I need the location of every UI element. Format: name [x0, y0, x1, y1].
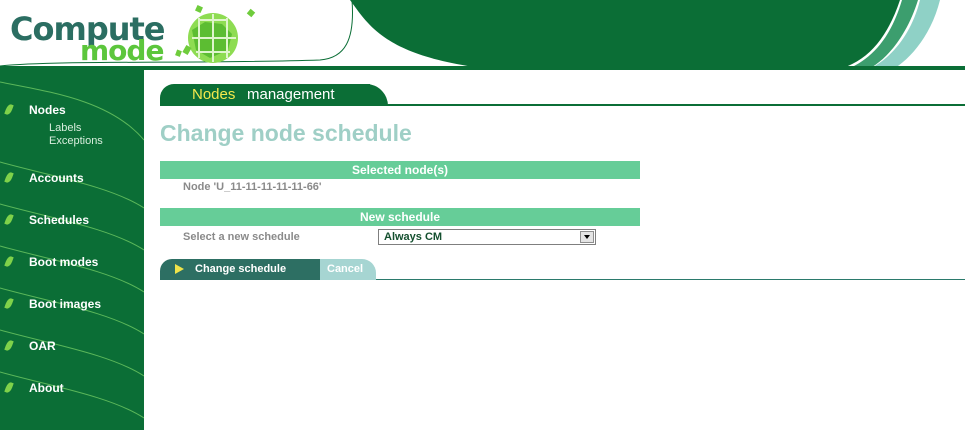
sidebar-item-boot-modes[interactable]: Boot modes: [0, 252, 144, 274]
leaf-icon: [4, 339, 14, 352]
sidebar: Nodes Labels Exceptions Accounts Schedul…: [0, 70, 144, 430]
sidebar-item-label: Boot modes: [29, 255, 99, 269]
new-schedule-header: New schedule: [160, 208, 640, 226]
play-arrow-icon: [175, 264, 184, 274]
section-divider: [160, 104, 965, 106]
leaf-icon: [4, 381, 14, 394]
section-tab-label: management: [247, 86, 335, 103]
leaf-icon: [4, 103, 14, 116]
change-schedule-button[interactable]: Change schedule: [160, 259, 320, 280]
leaf-icon: [4, 171, 14, 184]
button-bar: Cancel Change schedule: [160, 259, 965, 281]
sidebar-item-label: About: [29, 381, 64, 395]
sidebar-item-label: Accounts: [29, 171, 84, 185]
sidebar-item-about[interactable]: About: [0, 378, 144, 400]
sidebar-item-nodes[interactable]: Nodes: [0, 100, 144, 122]
section-tab-highlight: Nodes: [192, 86, 236, 103]
main-content: Nodes management Change node schedule Se…: [144, 70, 965, 430]
sidebar-subitem-labels[interactable]: Labels: [49, 122, 81, 134]
sidebar-item-oar[interactable]: OAR: [0, 336, 144, 358]
sidebar-item-schedules[interactable]: Schedules: [0, 210, 144, 232]
selected-node-text: Node 'U_11-11-11-11-11-66': [183, 181, 322, 193]
change-schedule-button-label: Change schedule: [195, 263, 287, 275]
schedule-select[interactable]: Always CM: [378, 229, 596, 245]
schedule-select-value: Always CM: [384, 231, 443, 243]
logo-text-mode: mode: [80, 34, 164, 67]
leaf-icon: [4, 255, 14, 268]
sidebar-item-label: OAR: [29, 339, 56, 353]
sidebar-item-label: Nodes: [29, 103, 66, 117]
sidebar-item-boot-images[interactable]: Boot images: [0, 294, 144, 316]
chevron-down-icon[interactable]: [580, 231, 594, 243]
header: Compute mode: [0, 0, 965, 76]
select-schedule-label: Select a new schedule: [183, 231, 300, 243]
selected-nodes-header: Selected node(s): [160, 161, 640, 179]
page-title: Change node schedule: [160, 120, 412, 146]
sidebar-item-label: Schedules: [29, 213, 90, 227]
cancel-button-label: Cancel: [327, 263, 364, 275]
sidebar-item-accounts[interactable]: Accounts: [0, 168, 144, 190]
sidebar-item-label: Boot images: [29, 297, 102, 311]
section-tab: Nodes management: [160, 84, 388, 106]
leaf-icon: [4, 297, 14, 310]
globe-icon: [175, 5, 256, 63]
sidebar-subitem-exceptions[interactable]: Exceptions: [49, 135, 103, 147]
leaf-icon: [4, 213, 14, 226]
